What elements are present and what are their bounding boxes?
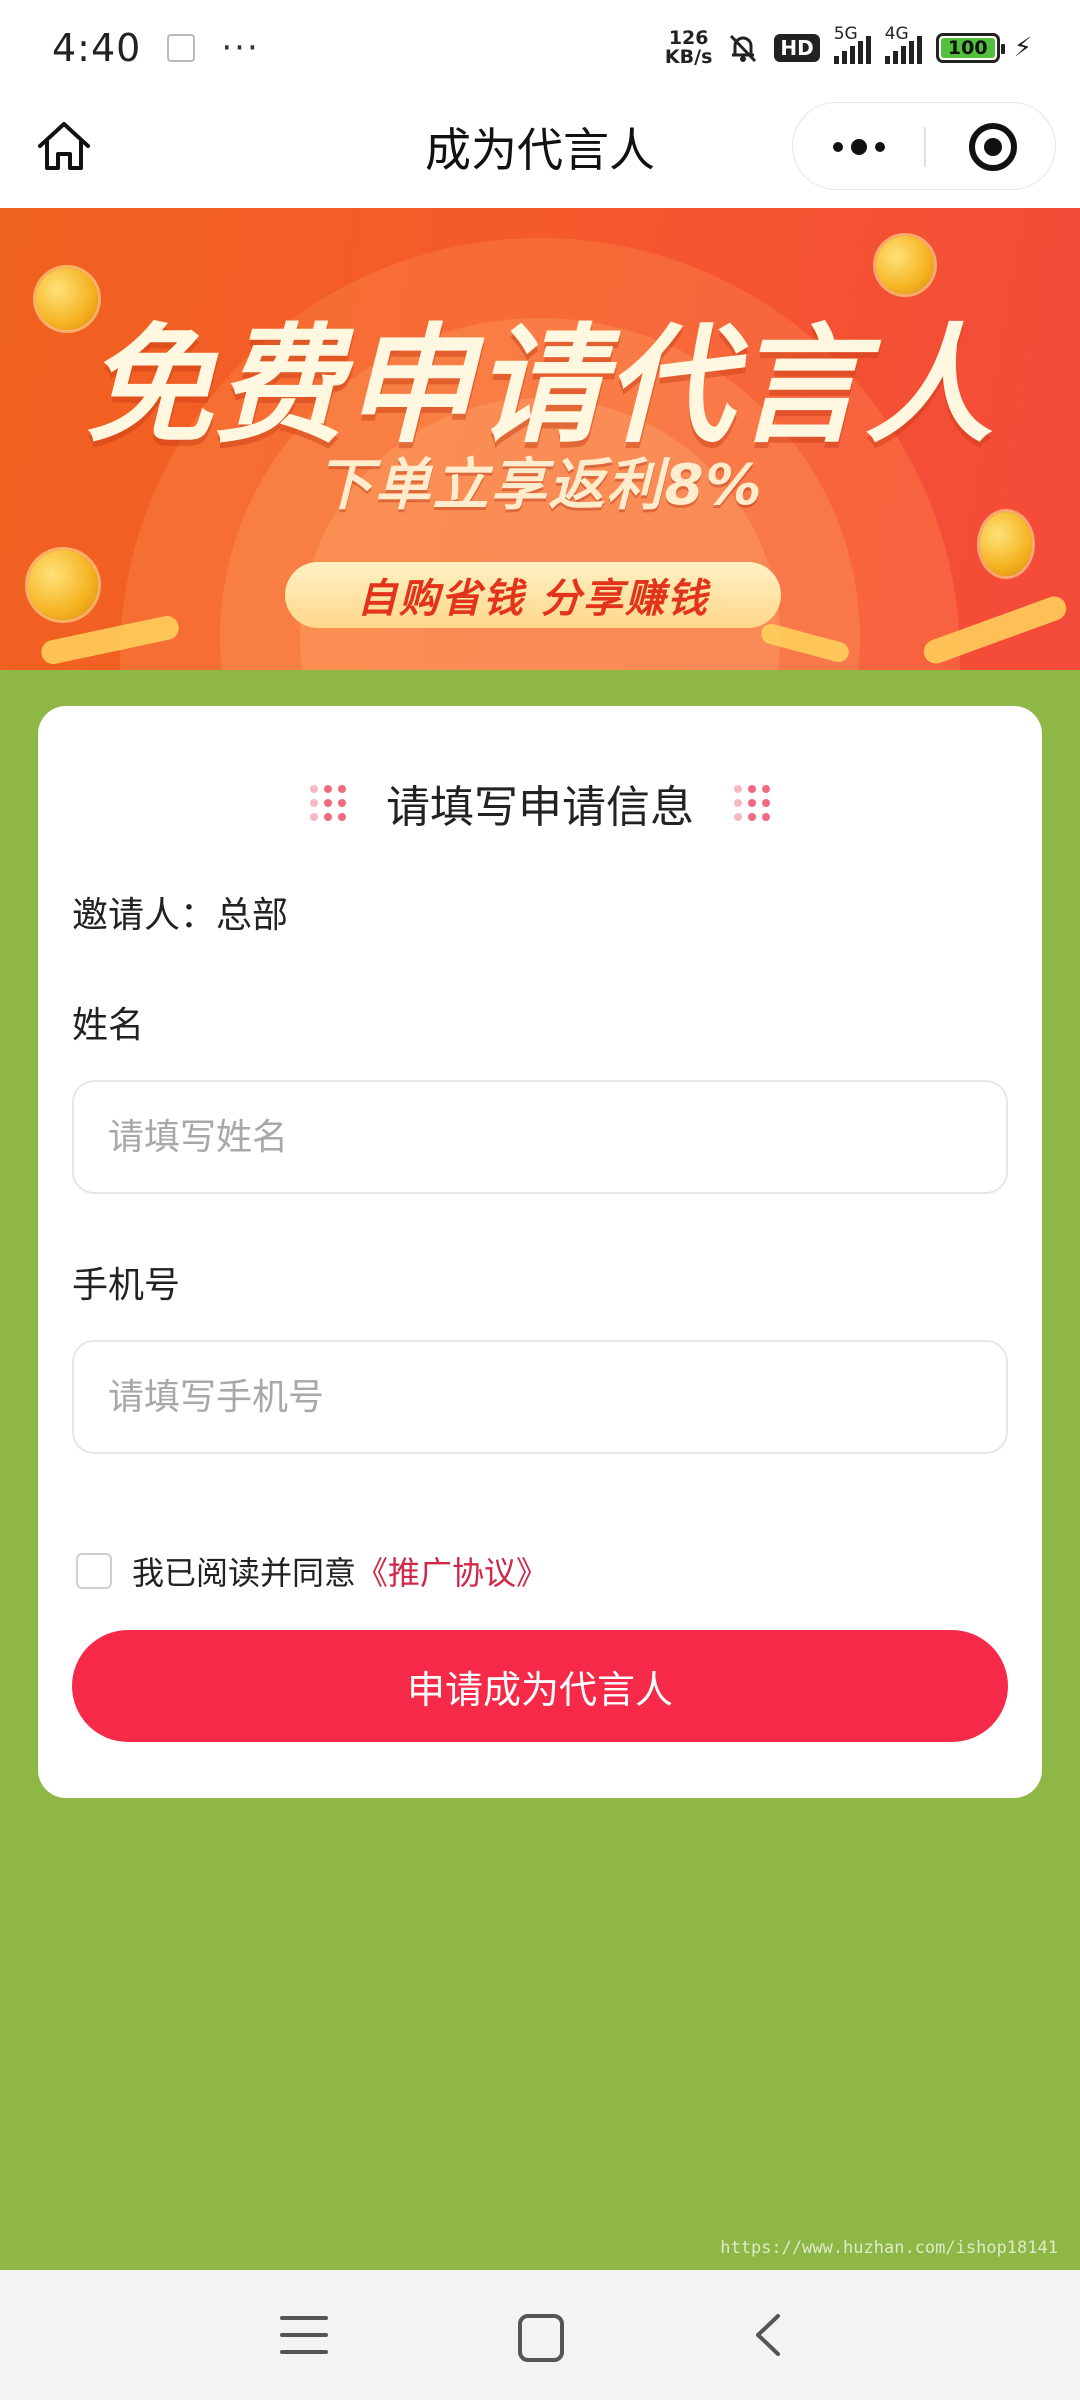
name-label: 姓名 [72,1005,145,1046]
coin-icon [28,550,98,620]
signal-5g-label: 5G [833,24,858,44]
card-title-row: 请填写申请信息 [38,768,1042,838]
inviter-text: 邀请人：总部 [72,895,289,936]
submit-button[interactable]: 申请成为代言人 [72,1630,1008,1742]
status-right: 126 KB/s HD 5G 4G 100 ⚡ [665,24,1032,67]
mini-program-capsule [792,102,1056,190]
application-form-card: 请填写申请信息 邀请人：总部 姓名 手机号 我已阅读并同意 《推广协议》 申请成… [38,706,1042,1798]
watermark: https://www.huzhan.com/ishop18141 [720,2238,1058,2258]
decorative-dots-icon [734,785,770,821]
phone-label: 手机号 [72,1265,181,1306]
signal-5g-icon: 5G [833,24,871,64]
name-input[interactable] [72,1080,1008,1194]
capsule-divider [924,127,926,167]
form-title: 请填写申请信息 [386,782,694,833]
more-notifications-icon: ··· [221,28,260,68]
decorative-dots-icon [310,785,346,821]
signal-4g-icon: 4G [884,24,922,64]
status-time: 4:40 [52,26,142,70]
banner-pill: 自购省钱 分享赚钱 [285,562,781,628]
notification-icon [167,34,196,62]
battery-icon: 100 [935,33,1005,63]
hd-badge: HD [774,34,820,62]
status-left: 4:40 ··· [52,26,260,70]
agreement-checkbox[interactable] [76,1553,112,1589]
agreement-row: 我已阅读并同意 《推广协议》 [76,1548,548,1594]
battery-level: 100 [947,37,988,59]
more-icon[interactable] [793,103,925,191]
status-bar: 4:40 ··· 126 KB/s HD 5G 4G 100 ⚡ [0,0,1080,96]
signal-4g-label: 4G [884,24,909,44]
target-icon[interactable] [969,123,1017,171]
nav-bar: 成为代言人 [0,96,1080,208]
charging-icon: ⚡ [1013,33,1032,63]
network-speed: 126 KB/s [665,29,712,67]
phone-input[interactable] [72,1340,1008,1454]
agreement-text: 我已阅读并同意 [132,1554,357,1592]
promo-banner: 免费申请代言人 下单立享返利8% 自购省钱 分享赚钱 [0,208,1080,670]
square-icon[interactable] [510,2310,566,2362]
agreement-link[interactable]: 《推广协议》 [356,1548,548,1594]
network-speed-unit: KB/s [664,46,713,68]
menu-icon[interactable] [276,2310,332,2360]
banner-subheadline: 下单立享返利8% [316,453,764,518]
mute-bell-icon [730,34,757,63]
coin-icon [980,512,1032,576]
system-nav-bar [0,2270,1080,2400]
back-icon[interactable] [742,2310,798,2360]
